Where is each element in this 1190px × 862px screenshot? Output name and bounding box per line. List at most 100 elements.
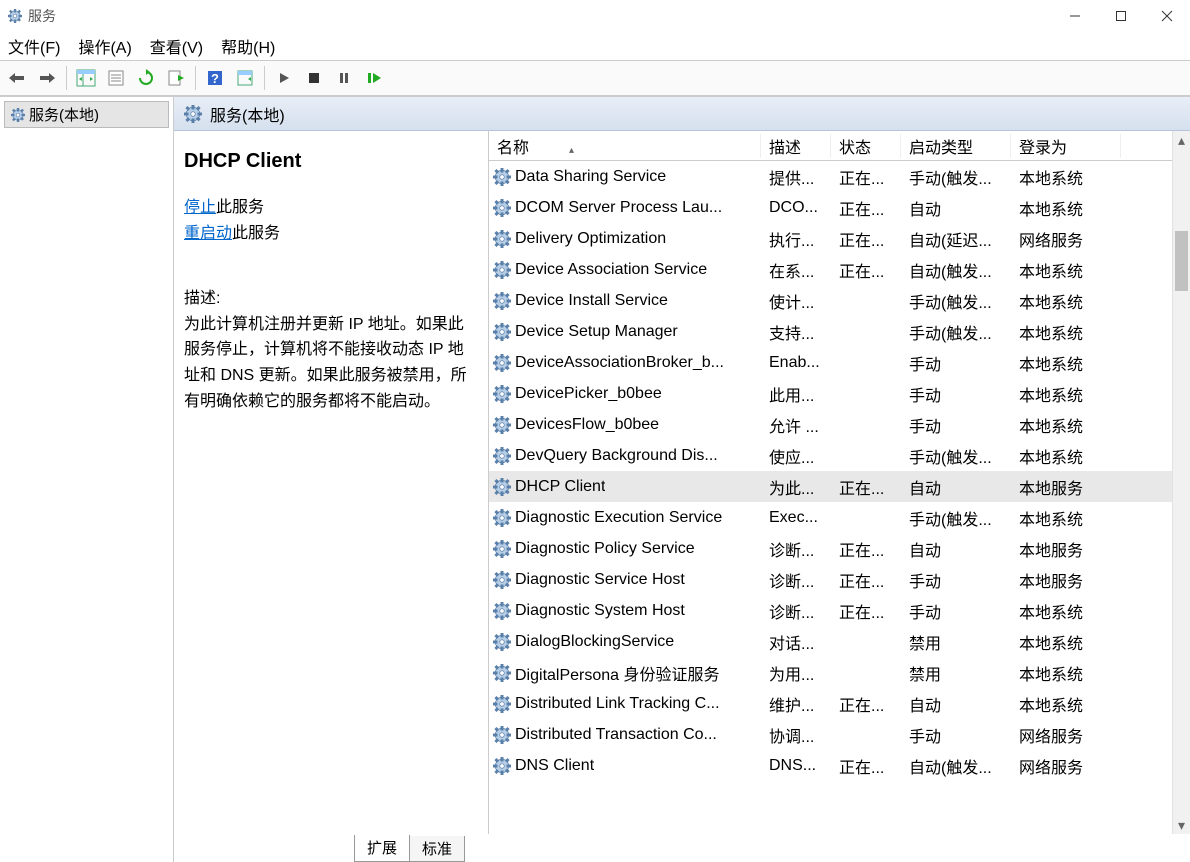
minimize-button[interactable] (1052, 0, 1098, 32)
gear-icon (493, 695, 511, 713)
gear-icon (11, 108, 25, 122)
show-hide-tree-button[interactable] (73, 65, 99, 91)
table-row[interactable]: DNS ClientDNS...正在...自动(触发...网络服务 (489, 750, 1172, 781)
tab-extended[interactable]: 扩展 (354, 835, 410, 862)
gear-icon (493, 571, 511, 589)
vertical-scrollbar[interactable]: ▴ ▾ (1172, 131, 1190, 834)
table-row[interactable]: DigitalPersona 身份验证服务为用...禁用本地系统 (489, 657, 1172, 688)
restart-service-button[interactable] (361, 65, 387, 91)
column-description[interactable]: 描述 (761, 134, 831, 158)
table-row[interactable]: Distributed Link Tracking C...维护...正在...… (489, 688, 1172, 719)
cell-desc: 诊断... (761, 599, 831, 623)
column-status[interactable]: 状态 (831, 134, 901, 158)
cell-status: 正在... (831, 196, 901, 220)
cell-logon: 网络服务 (1011, 723, 1121, 747)
service-name: DigitalPersona 身份验证服务 (515, 661, 720, 685)
cell-status: 正在... (831, 475, 901, 499)
cell-desc: Enab... (761, 354, 831, 372)
tree-item-services-local[interactable]: 服务(本地) (4, 101, 169, 128)
cell-startup: 手动(触发... (901, 444, 1011, 468)
cell-desc: 对话... (761, 630, 831, 654)
cell-startup: 自动 (901, 475, 1011, 499)
cell-desc: 维护... (761, 692, 831, 716)
table-row[interactable]: DevicesFlow_b0bee允许 ...手动本地系统 (489, 409, 1172, 440)
menu-action[interactable]: 操作(A) (78, 34, 131, 58)
separator (66, 66, 67, 90)
maximize-button[interactable] (1098, 0, 1144, 32)
cell-logon: 本地系统 (1011, 351, 1121, 375)
scrollbar-thumb[interactable] (1175, 231, 1188, 291)
table-row[interactable]: Delivery Optimization执行...正在...自动(延迟...网… (489, 223, 1172, 254)
cell-logon: 本地系统 (1011, 289, 1121, 313)
table-row[interactable]: Distributed Transaction Co...协调...手动网络服务 (489, 719, 1172, 750)
cell-startup: 手动 (901, 723, 1011, 747)
close-button[interactable] (1144, 0, 1190, 32)
restart-service-link[interactable]: 重启动 (184, 225, 232, 242)
table-row[interactable]: Device Install Service使计...手动(触发...本地系统 (489, 285, 1172, 316)
table-row[interactable]: DevicePicker_b0bee此用...手动本地系统 (489, 378, 1172, 409)
gear-icon (493, 447, 511, 465)
cell-startup: 手动 (901, 413, 1011, 437)
cell-desc: 协调... (761, 723, 831, 747)
export-button[interactable] (163, 65, 189, 91)
separator (264, 66, 265, 90)
cell-desc: 允许 ... (761, 413, 831, 437)
table-row[interactable]: Diagnostic Policy Service诊断...正在...自动本地服… (489, 533, 1172, 564)
stop-service-button[interactable] (301, 65, 327, 91)
pause-service-button[interactable] (331, 65, 357, 91)
tree-pane: 服务(本地) (0, 97, 174, 862)
cell-startup: 自动 (901, 692, 1011, 716)
gear-icon (493, 292, 511, 310)
service-name: DHCP Client (515, 478, 605, 496)
table-row[interactable]: Device Association Service在系...正在...自动(触… (489, 254, 1172, 285)
main-area: 服务(本地) 服务(本地) DHCP Client 停止此服务 重启动此服务 描… (0, 96, 1190, 862)
show-hide-action-button[interactable] (232, 65, 258, 91)
table-row[interactable]: DHCP Client为此...正在...自动本地服务 (489, 471, 1172, 502)
svg-text:?: ? (211, 71, 219, 86)
menu-file[interactable]: 文件(F) (8, 34, 60, 58)
cell-status: 正在... (831, 568, 901, 592)
gear-icon (493, 602, 511, 620)
toolbar: ? (0, 60, 1190, 96)
cell-logon: 本地系统 (1011, 165, 1121, 189)
pane-header: 服务(本地) (174, 97, 1190, 131)
table-row[interactable]: Diagnostic Execution ServiceExec...手动(触发… (489, 502, 1172, 533)
service-name: Diagnostic Policy Service (515, 540, 695, 558)
cell-logon: 本地系统 (1011, 599, 1121, 623)
table-row[interactable]: Diagnostic Service Host诊断...正在...手动本地服务 (489, 564, 1172, 595)
table-row[interactable]: DCOM Server Process Lau...DCO...正在...自动本… (489, 192, 1172, 223)
column-startup[interactable]: 启动类型 (901, 134, 1011, 158)
help-button[interactable]: ? (202, 65, 228, 91)
table-row[interactable]: DialogBlockingService对话...禁用本地系统 (489, 626, 1172, 657)
table-row[interactable]: Diagnostic System Host诊断...正在...手动本地系统 (489, 595, 1172, 626)
window-title: 服务 (28, 6, 56, 26)
table-row[interactable]: DevQuery Background Dis...使应...手动(触发...本… (489, 440, 1172, 471)
back-button[interactable] (4, 65, 30, 91)
menu-view[interactable]: 查看(V) (150, 34, 203, 58)
cell-desc: 支持... (761, 320, 831, 344)
gear-icon (493, 757, 511, 775)
column-name[interactable]: 名称▴ (489, 134, 761, 158)
service-name: Device Association Service (515, 261, 707, 279)
gear-icon (184, 105, 202, 123)
table-row[interactable]: DeviceAssociationBroker_b...Enab...手动本地系… (489, 347, 1172, 378)
cell-desc: 执行... (761, 227, 831, 251)
start-service-button[interactable] (271, 65, 297, 91)
detail-pane: DHCP Client 停止此服务 重启动此服务 描述: 为此计算机注册并更新 … (174, 131, 489, 834)
properties-button[interactable] (103, 65, 129, 91)
menu-help[interactable]: 帮助(H) (221, 34, 275, 58)
cell-desc: 诊断... (761, 568, 831, 592)
table-row[interactable]: Device Setup Manager支持...手动(触发...本地系统 (489, 316, 1172, 347)
refresh-button[interactable] (133, 65, 159, 91)
stop-service-link[interactable]: 停止 (184, 199, 216, 216)
tab-standard[interactable]: 标准 (409, 836, 465, 862)
cell-logon: 本地系统 (1011, 320, 1121, 344)
table-row[interactable]: Data Sharing Service提供...正在...手动(触发...本地… (489, 161, 1172, 192)
scroll-down-button[interactable]: ▾ (1173, 816, 1190, 834)
forward-button[interactable] (34, 65, 60, 91)
service-name: Device Setup Manager (515, 323, 678, 341)
service-name: Data Sharing Service (515, 168, 666, 186)
gear-icon (493, 509, 511, 527)
column-logon[interactable]: 登录为 (1011, 134, 1121, 158)
scroll-up-button[interactable]: ▴ (1173, 131, 1190, 149)
